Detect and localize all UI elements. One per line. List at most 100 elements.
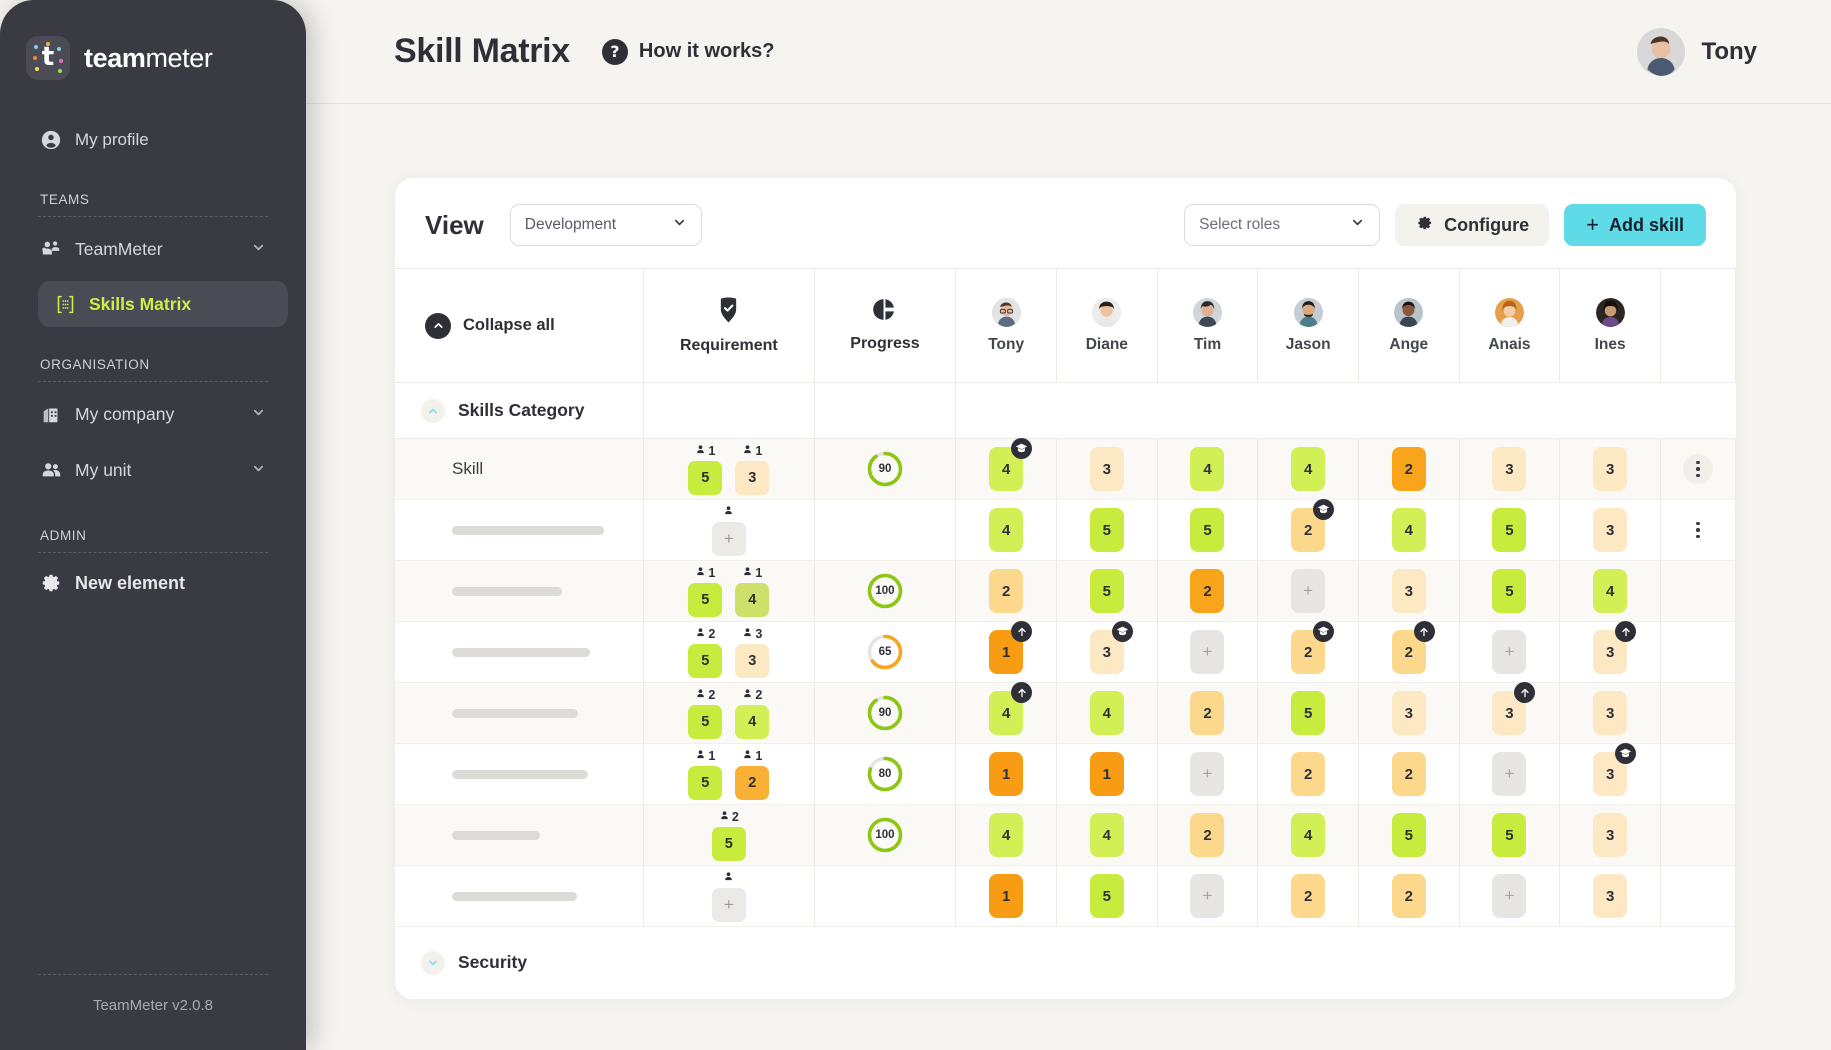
category-toggle[interactable]: Skills Category <box>421 399 584 423</box>
level-chip[interactable]: 3 <box>1090 630 1124 674</box>
requirement-cell[interactable]: 25 33 <box>644 622 815 683</box>
level-chip[interactable]: + <box>1291 569 1325 613</box>
person-header-0[interactable]: Tony <box>956 269 1057 383</box>
level-cell-anais[interactable]: + <box>1459 622 1560 683</box>
requirement-chip[interactable]: 5 <box>712 827 746 861</box>
level-cell-ines[interactable]: 4 <box>1560 561 1661 622</box>
table-row[interactable]: 2524904425333 <box>395 683 1736 744</box>
level-cell-jason[interactable]: 2 <box>1258 500 1359 561</box>
level-chip[interactable]: 4 <box>1392 508 1426 552</box>
level-cell-ines[interactable]: 3 <box>1560 500 1661 561</box>
level-chip[interactable]: 3 <box>1593 691 1627 735</box>
requirement-item[interactable]: 25 <box>688 627 722 678</box>
level-chip[interactable]: 4 <box>989 508 1023 552</box>
level-chip[interactable]: 1 <box>989 630 1023 674</box>
level-cell-jason[interactable]: 2 <box>1258 622 1359 683</box>
level-chip[interactable]: 5 <box>1392 813 1426 857</box>
requirement-cell[interactable]: + <box>644 866 815 927</box>
requirement-item[interactable]: + <box>712 505 746 556</box>
level-cell-ange[interactable]: 2 <box>1358 439 1459 500</box>
table-row[interactable]: Skill1513904344233 <box>395 439 1736 500</box>
requirement-chip[interactable]: 5 <box>688 766 722 800</box>
level-chip[interactable]: 5 <box>1090 874 1124 918</box>
level-cell-tim[interactable]: + <box>1157 866 1258 927</box>
level-chip[interactable]: 2 <box>1190 691 1224 735</box>
level-cell-ines[interactable]: 3 <box>1560 805 1661 866</box>
level-cell-anais[interactable]: 3 <box>1459 439 1560 500</box>
level-chip[interactable]: 2 <box>1291 752 1325 796</box>
level-chip[interactable]: 4 <box>989 691 1023 735</box>
level-cell-ines[interactable]: 3 <box>1560 866 1661 927</box>
level-cell-diane[interactable]: 4 <box>1057 805 1158 866</box>
level-cell-ines[interactable]: 3 <box>1560 439 1661 500</box>
level-cell-diane[interactable]: 5 <box>1057 561 1158 622</box>
requirement-chip[interactable]: 5 <box>688 461 722 495</box>
requirement-item[interactable]: 15 <box>688 566 722 617</box>
level-cell-ange[interactable]: 4 <box>1358 500 1459 561</box>
level-cell-diane[interactable]: 3 <box>1057 439 1158 500</box>
level-chip[interactable]: 5 <box>1190 508 1224 552</box>
person-header-4[interactable]: Ange <box>1358 269 1459 383</box>
level-chip[interactable]: 1 <box>989 752 1023 796</box>
level-chip[interactable]: 4 <box>1190 447 1224 491</box>
level-chip[interactable]: 2 <box>1392 874 1426 918</box>
level-cell-ange[interactable]: 3 <box>1358 683 1459 744</box>
requirement-chip[interactable]: 3 <box>735 644 769 678</box>
row-menu-cell[interactable] <box>1660 622 1735 683</box>
level-chip[interactable]: + <box>1492 752 1526 796</box>
level-chip[interactable]: 3 <box>1392 691 1426 735</box>
level-chip[interactable]: 5 <box>1090 508 1124 552</box>
table-row[interactable]: 1514100252+354 <box>395 561 1736 622</box>
row-menu-cell[interactable] <box>1660 683 1735 744</box>
level-cell-jason[interactable]: 2 <box>1258 744 1359 805</box>
add-skill-button[interactable]: + Add skill <box>1564 204 1706 246</box>
level-cell-anais[interactable]: 5 <box>1459 805 1560 866</box>
level-cell-ange[interactable]: 2 <box>1358 744 1459 805</box>
level-chip[interactable]: 2 <box>1392 752 1426 796</box>
requirement-item[interactable]: 33 <box>735 627 769 678</box>
level-chip[interactable]: 3 <box>1492 447 1526 491</box>
view-select[interactable]: Development <box>510 204 702 246</box>
level-cell-tony[interactable]: 4 <box>956 439 1057 500</box>
level-cell-ange[interactable]: 2 <box>1358 622 1459 683</box>
requirement-cell[interactable]: 25 <box>644 805 815 866</box>
sidebar-item-skills-matrix[interactable]: Skills Matrix <box>38 281 288 327</box>
requirement-cell[interactable]: 2524 <box>644 683 815 744</box>
table-row[interactable]: +15+22+3 <box>395 866 1736 927</box>
sidebar-item-teammeter[interactable]: TeamMeter <box>18 227 288 271</box>
level-cell-jason[interactable]: 4 <box>1258 805 1359 866</box>
level-cell-tony[interactable]: 4 <box>956 805 1057 866</box>
level-cell-diane[interactable]: 5 <box>1057 866 1158 927</box>
requirement-chip[interactable]: 4 <box>735 583 769 617</box>
brand-logo[interactable]: t teammeter <box>0 0 306 80</box>
level-cell-tony[interactable]: 1 <box>956 622 1057 683</box>
person-header-5[interactable]: Anais <box>1459 269 1560 383</box>
level-cell-diane[interactable]: 1 <box>1057 744 1158 805</box>
requirement-item[interactable]: 13 <box>735 444 769 495</box>
level-chip[interactable]: 3 <box>1090 447 1124 491</box>
level-chip[interactable]: 4 <box>1291 813 1325 857</box>
sidebar-item-my-unit[interactable]: My unit <box>18 448 288 492</box>
level-chip[interactable]: 2 <box>1392 447 1426 491</box>
person-header-6[interactable]: Ines <box>1560 269 1661 383</box>
roles-select[interactable]: Select roles <box>1184 204 1380 246</box>
level-cell-tim[interactable]: + <box>1157 744 1258 805</box>
level-chip[interactable]: + <box>1492 874 1526 918</box>
level-cell-tony[interactable]: 4 <box>956 500 1057 561</box>
level-cell-diane[interactable]: 4 <box>1057 683 1158 744</box>
level-chip[interactable]: 2 <box>1190 813 1224 857</box>
level-chip[interactable]: 4 <box>1090 813 1124 857</box>
level-chip[interactable]: 4 <box>1291 447 1325 491</box>
level-chip[interactable]: 3 <box>1593 447 1627 491</box>
requirement-chip[interactable]: 5 <box>688 583 722 617</box>
level-cell-tony[interactable]: 2 <box>956 561 1057 622</box>
level-chip[interactable]: 5 <box>1492 813 1526 857</box>
requirement-item[interactable]: + <box>712 871 746 922</box>
level-cell-ange[interactable]: 5 <box>1358 805 1459 866</box>
requirement-cell[interactable]: 1512 <box>644 744 815 805</box>
row-menu-cell[interactable] <box>1660 439 1735 500</box>
level-cell-jason[interactable]: 4 <box>1258 439 1359 500</box>
table-row[interactable]: 25336513+22+3 <box>395 622 1736 683</box>
row-menu-cell[interactable] <box>1660 561 1735 622</box>
level-chip[interactable]: 2 <box>989 569 1023 613</box>
